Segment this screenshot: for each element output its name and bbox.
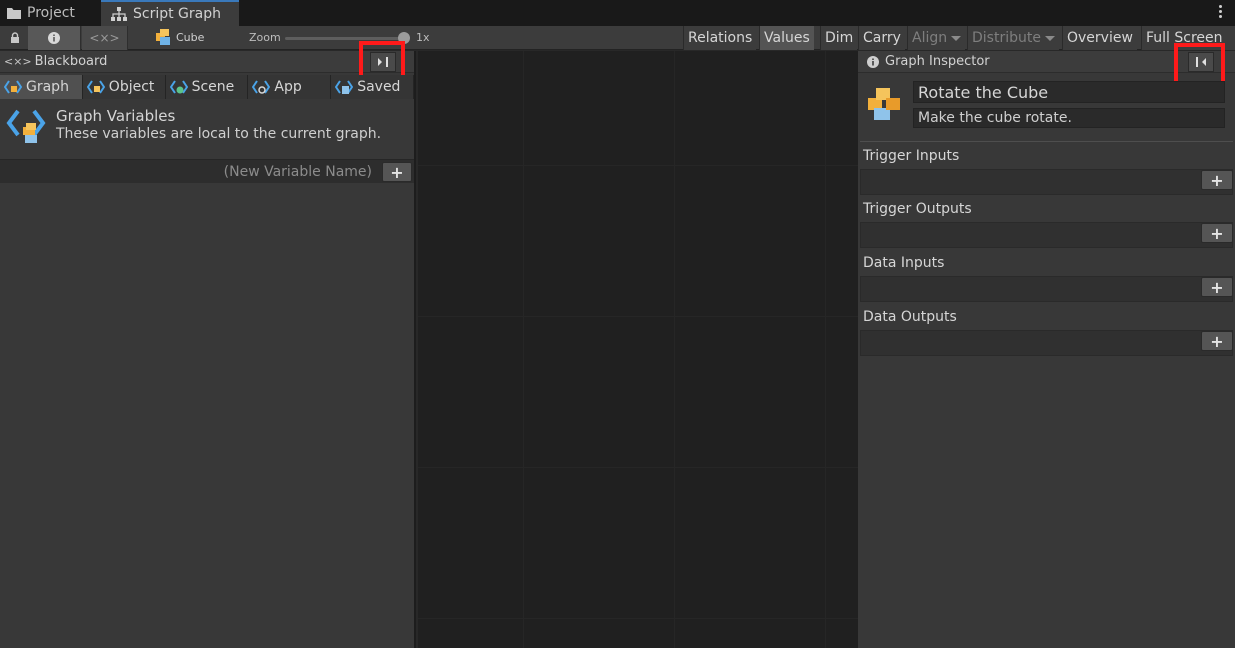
graph-canvas[interactable] <box>418 51 858 648</box>
graph-cubes-icon <box>868 88 900 120</box>
tab-saved[interactable]: Saved <box>331 75 414 99</box>
graph-inspector-panel: Graph Inspector Rotate the Cube Make the… <box>858 43 1235 648</box>
toggle-inspector-button[interactable] <box>28 26 81 50</box>
graph-target-object[interactable]: Cube <box>154 29 204 45</box>
add-trigger-input-button[interactable]: + <box>1201 170 1233 190</box>
plus-icon: + <box>1210 331 1224 351</box>
graph-summary-field[interactable]: Make the cube rotate. <box>913 108 1225 128</box>
add-trigger-output-button[interactable]: + <box>1201 223 1233 243</box>
distribute-dropdown[interactable]: Distribute <box>967 26 1059 50</box>
tab-graph[interactable]: Graph <box>0 75 83 99</box>
carry-button[interactable]: Carry <box>858 26 905 50</box>
lock-icon <box>11 32 19 43</box>
data-outputs-list <box>860 330 1233 356</box>
variables-icon: <×> <box>4 55 32 68</box>
new-variable-row: (New Variable Name) + <box>0 159 414 183</box>
graph-toolbar: <×> Cube Zoom 1x Relations Values Dim Ca… <box>0 26 1235 50</box>
plus-icon: + <box>1210 277 1224 297</box>
info-icon <box>867 55 879 68</box>
align-dropdown[interactable]: Align <box>907 26 966 50</box>
graph-info: Rotate the Cube Make the cube rotate. <box>858 74 1235 134</box>
zoom-value: 1x <box>416 31 430 44</box>
graph-variables-title: Graph Variables <box>56 107 176 125</box>
overview-button[interactable]: Overview <box>1062 26 1137 50</box>
section-label: Trigger Inputs <box>863 148 960 164</box>
graph-variables-icon <box>6 109 46 143</box>
folder-icon <box>7 8 21 19</box>
values-button[interactable]: Values <box>759 26 814 50</box>
new-variable-name-input[interactable]: (New Variable Name) <box>224 164 372 180</box>
chevron-down-icon <box>951 35 962 41</box>
chevron-down-icon <box>1044 35 1055 41</box>
object-variables-icon <box>86 80 105 94</box>
info-icon <box>48 32 60 44</box>
graph-variables-icon <box>4 80 22 94</box>
toggle-blackboard-button[interactable]: <×> <box>82 26 128 50</box>
graph-hierarchy-icon <box>111 7 127 21</box>
tab-scene[interactable]: Scene <box>165 75 249 99</box>
window-tab-bar: Project Script Graph <box>0 0 1235 26</box>
trigger-outputs-list <box>860 222 1233 248</box>
zoom-slider[interactable] <box>285 37 403 40</box>
graph-variables-description: These variables are local to the current… <box>56 126 382 142</box>
variables-icon: <×> <box>89 31 120 45</box>
add-variable-button[interactable]: + <box>382 162 412 182</box>
blackboard-header: <×> Blackboard <box>0 51 414 73</box>
variable-scope-tabs: Graph Object Scene App Saved <box>0 75 414 99</box>
graph-variables-header: Graph Variables These variables are loca… <box>6 107 381 145</box>
tab-app[interactable]: App <box>248 75 332 99</box>
graph-title-field[interactable]: Rotate the Cube <box>913 81 1225 103</box>
section-label: Trigger Outputs <box>863 201 972 217</box>
tab-script-graph[interactable]: Script Graph <box>101 0 239 26</box>
add-data-output-button[interactable]: + <box>1201 331 1233 351</box>
relations-button[interactable]: Relations <box>683 26 757 50</box>
plus-icon: + <box>390 162 404 182</box>
lock-button[interactable] <box>2 26 28 50</box>
scene-variables-icon <box>169 80 188 94</box>
section-label: Data Inputs <box>863 255 945 271</box>
plus-icon: + <box>1210 223 1224 243</box>
saved-variables-icon <box>335 80 354 94</box>
tab-object[interactable]: Object <box>82 75 166 99</box>
plus-icon: + <box>1210 170 1224 190</box>
trigger-inputs-list <box>860 169 1233 195</box>
app-variables-icon <box>252 80 271 94</box>
cube-icon <box>156 29 170 45</box>
divider <box>860 141 1233 142</box>
blackboard-panel: <×> Blackboard Graph Object Scene App Sa… <box>0 41 416 648</box>
add-data-input-button[interactable]: + <box>1201 277 1233 297</box>
dim-button[interactable]: Dim <box>820 26 858 50</box>
blackboard-title: Blackboard <box>34 54 108 69</box>
zoom-label: Zoom <box>249 31 281 44</box>
section-label: Data Outputs <box>863 309 957 325</box>
more-options-icon[interactable] <box>1219 5 1223 19</box>
graph-inspector-title: Graph Inspector <box>885 54 990 69</box>
data-inputs-list <box>860 276 1233 302</box>
tab-project[interactable]: Project <box>0 0 100 26</box>
